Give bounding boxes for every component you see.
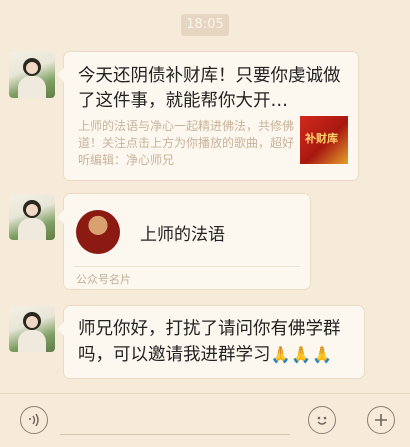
thumbnail-text: 补财库 bbox=[305, 132, 338, 145]
plus-icon[interactable] bbox=[367, 406, 395, 434]
sender-avatar[interactable] bbox=[9, 306, 55, 352]
official-account-name: 上师的法语 bbox=[140, 225, 225, 245]
text-message[interactable]: 师兄你好，打扰了请问你有佛学群吗，可以邀请我进群学习🙏🙏🙏 bbox=[57, 306, 364, 378]
article-description: 上师的法语与净心一起精进佛法，共修佛道！关注点击上方为你播放的歌曲，超好听编辑：… bbox=[78, 119, 295, 167]
message-input[interactable] bbox=[60, 434, 290, 435]
official-account-avatar bbox=[76, 210, 120, 254]
input-bar bbox=[0, 393, 410, 447]
article-message[interactable]: 今天还阴债补财库！只要你虔诚做了这件事，就能帮你大开… 上师的法语与净心一起精进… bbox=[57, 52, 358, 180]
sender-avatar[interactable] bbox=[9, 194, 55, 240]
card-type-label: 公众号名片 bbox=[76, 273, 131, 286]
emoji-icon[interactable] bbox=[308, 406, 336, 434]
card-divider bbox=[74, 266, 300, 267]
contact-card-message[interactable]: 上师的法语 公众号名片 bbox=[57, 194, 310, 289]
article-thumbnail: 补财库 bbox=[300, 116, 348, 164]
timestamp: 18:05 bbox=[181, 14, 229, 36]
message-text: 师兄你好，打扰了请问你有佛学群吗，可以邀请我进群学习🙏🙏🙏 bbox=[78, 316, 358, 368]
sender-avatar[interactable] bbox=[9, 52, 55, 98]
article-title: 今天还阴债补财库！只要你虔诚做了这件事，就能帮你大开… bbox=[78, 66, 341, 111]
pray-emoji: 🙏🙏🙏 bbox=[270, 345, 334, 364]
voice-icon[interactable] bbox=[20, 406, 48, 434]
